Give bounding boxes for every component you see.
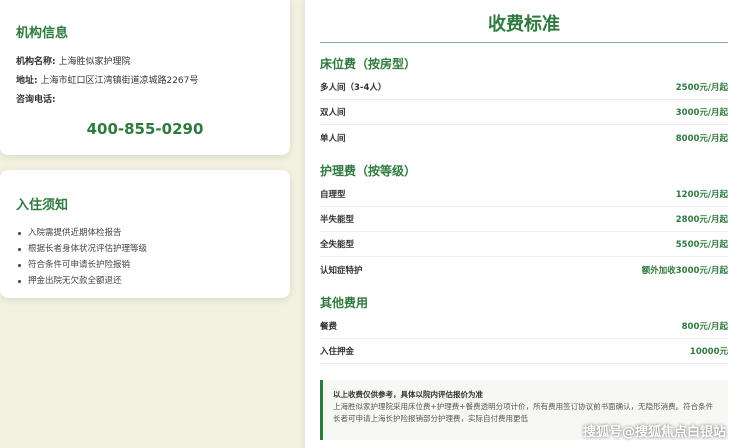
watermark: 搜狐号@搜狐焦点白银站 [582, 425, 726, 440]
fee-item-name: 全失能型 [320, 240, 355, 250]
fee-item-name: 入住押金 [320, 347, 355, 357]
fee-item-name: 多人间（3-4人） [320, 83, 387, 93]
notice-list: 入院需提供近期体检报告 根据长者身体状况评估护理等级 符合条件可申请长护险报销 … [16, 225, 274, 289]
fee-note-title: 以上收费仅供参考，具体以院内评估报价为准 [333, 390, 483, 399]
fee-row: 自理型 1200元/月起 [320, 182, 728, 207]
institution-name-label: 机构名称: [16, 57, 56, 67]
care-fee-section-title: 护理费（按等级） [320, 164, 417, 178]
fee-item-price: 800元/月起 [681, 322, 728, 332]
notice-item: 入院需提供近期体检报告 [16, 225, 274, 241]
fee-item-price: 10000元 [689, 347, 728, 357]
fee-item-name: 餐费 [320, 322, 338, 332]
fee-row: 半失能型 2800元/月起 [320, 207, 728, 232]
fee-item-price: 8000元/月起 [675, 133, 728, 144]
fee-item-price: 3000元/月起 [675, 108, 728, 118]
notice-item: 符合条件可申请长护险报销 [16, 257, 274, 273]
admission-notice-card: 入住须知 入院需提供近期体检报告 根据长者身体状况评估护理等级 符合条件可申请长… [0, 170, 290, 298]
institution-info-card: 机构信息 机构名称: 上海胜似家护理院 地址: 上海市虹口区江湾镇街道凉城路22… [0, 0, 290, 155]
info-card-title: 机构信息 [16, 26, 69, 41]
fee-item-price: 1200元/月起 [675, 190, 728, 200]
address-label: 地址: [16, 76, 38, 86]
fee-item-price: 5500元/月起 [675, 240, 728, 250]
fee-row: 认知症特护 额外加收3000元/月起 [320, 257, 728, 282]
institution-name-line: 机构名称: 上海胜似家护理院 [16, 53, 274, 72]
fee-item-name: 自理型 [320, 190, 346, 200]
fee-row: 单人间 8000元/月起 [320, 125, 728, 150]
phone-number[interactable]: 400-855-0290 [16, 120, 274, 138]
other-fee-section-title: 其他费用 [320, 296, 369, 310]
notice-card-title: 入住须知 [16, 198, 69, 213]
fee-row: 全失能型 5500元/月起 [320, 232, 728, 257]
phone-line: 咨询电话: [16, 91, 274, 110]
fee-row: 双人间 3000元/月起 [320, 100, 728, 125]
fee-row: 餐费 800元/月起 [320, 314, 728, 339]
fee-item-name: 半失能型 [320, 215, 355, 225]
bed-fee-section-title: 床位费（按房型） [320, 57, 417, 71]
fee-item-name: 双人间 [320, 108, 346, 118]
fee-item-price: 额外加收3000元/月起 [641, 265, 728, 276]
fee-standard-card: 收费标准 床位费（按房型） 多人间（3-4人） 2500元/月起 双人间 300… [305, 0, 740, 448]
institution-name-value: 上海胜似家护理院 [58, 57, 131, 67]
fee-item-name: 单人间 [320, 133, 346, 144]
address-value: 上海市虹口区江湾镇街道凉城路2267号 [40, 76, 199, 86]
notice-item: 根据长者身体状况评估护理等级 [16, 241, 274, 257]
fee-item-name: 认知症特护 [320, 265, 363, 276]
phone-label: 咨询电话: [16, 95, 56, 105]
notice-item: 押金出院无欠款全额退还 [16, 273, 274, 289]
address-line: 地址: 上海市虹口区江湾镇街道凉城路2267号 [16, 72, 274, 91]
fee-row: 入住押金 10000元 [320, 339, 728, 364]
fee-item-price: 2800元/月起 [675, 215, 728, 225]
fee-card-title: 收费标准 [320, 10, 728, 43]
fee-item-price: 2500元/月起 [675, 83, 728, 93]
fee-row: 多人间（3-4人） 2500元/月起 [320, 75, 728, 100]
